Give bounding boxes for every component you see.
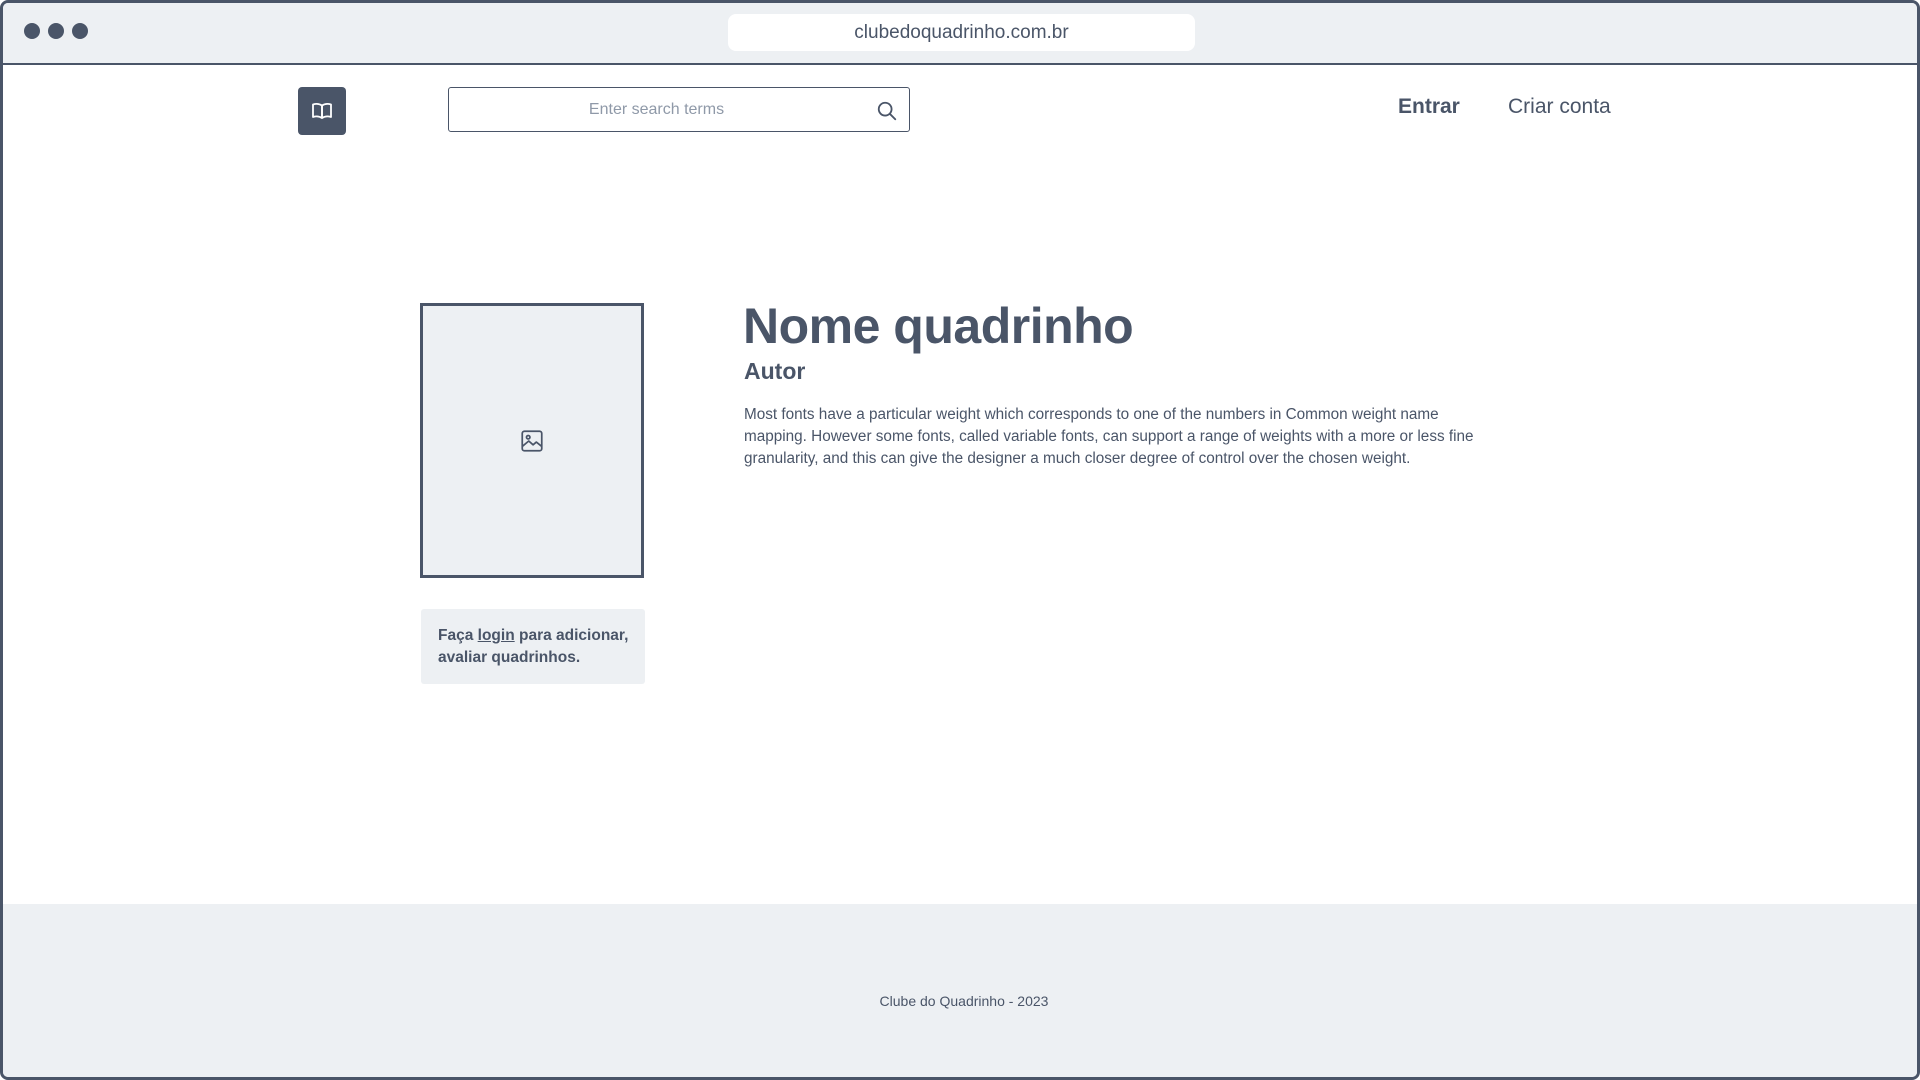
search-input[interactable] <box>449 88 864 131</box>
site-logo[interactable] <box>298 87 346 135</box>
browser-window: clubedoquadrinho.com.br Entrar Criar con… <box>0 0 1920 1080</box>
signup-link[interactable]: Criar conta <box>1508 95 1611 119</box>
comic-description: Most fonts have a particular weight whic… <box>744 406 1474 467</box>
login-prompt-prefix: Faça <box>438 627 478 644</box>
browser-titlebar: clubedoquadrinho.com.br <box>3 3 1917 65</box>
address-bar-url: clubedoquadrinho.com.br <box>854 21 1069 43</box>
magnifier-icon <box>877 101 897 121</box>
open-book-icon <box>312 102 332 119</box>
login-prompt-link[interactable]: login <box>478 627 515 644</box>
window-minimize-dot[interactable] <box>48 23 64 39</box>
address-bar[interactable]: clubedoquadrinho.com.br <box>728 14 1195 51</box>
window-close-dot[interactable] <box>24 23 40 39</box>
search-button[interactable] <box>875 99 899 123</box>
comic-cover-image <box>420 303 644 578</box>
image-placeholder-icon <box>521 429 543 452</box>
search-bar <box>448 87 910 132</box>
comic-author: Autor <box>744 358 806 384</box>
login-prompt-box: Faça login para adicionar, avaliar quadr… <box>421 609 645 684</box>
page-footer: Clube do Quadrinho - 2023 <box>3 904 1917 1077</box>
footer-copyright: Clube do Quadrinho - 2023 <box>879 993 1049 1009</box>
login-link[interactable]: Entrar <box>1398 95 1460 119</box>
comic-title: Nome quadrinho <box>743 298 1134 354</box>
window-maximize-dot[interactable] <box>72 23 88 39</box>
